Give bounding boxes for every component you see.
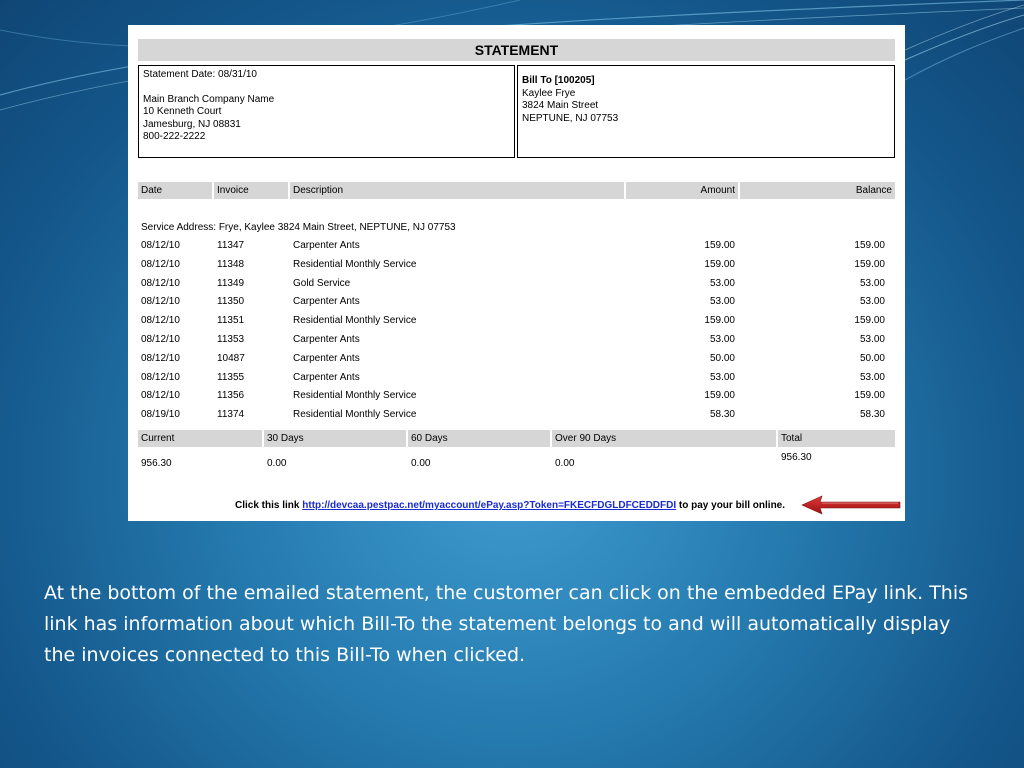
row-description: Residential Monthly Service (293, 409, 417, 421)
row-invoice: 11356 (217, 390, 245, 402)
row-invoice: 11350 (217, 296, 245, 308)
column-header-amount: Amount (626, 182, 738, 199)
row-amount: 159.00 (704, 258, 735, 270)
aging-value-30-days: 0.00 (267, 458, 287, 469)
row-amount: 53.00 (709, 277, 735, 289)
slide-caption: At the bottom of the emailed statement, … (44, 582, 969, 666)
row-balance: 159.00 (854, 390, 885, 402)
row-balance: 53.00 (859, 296, 885, 308)
company-phone: 800-222-2222 (143, 131, 206, 142)
row-amount: 50.00 (709, 352, 735, 364)
aging-value-current: 956.30 (141, 458, 172, 469)
pay-online-suffix: to pay your bill online. (676, 500, 786, 511)
table-row: 08/12/10 11351 Residential Monthly Service… (138, 312, 895, 330)
statement-date: Statement Date: 08/31/10 (143, 69, 257, 80)
row-amount: 53.00 (709, 296, 735, 308)
row-invoice: 11347 (217, 240, 245, 251)
aging-value-total: 956.30 (781, 452, 812, 463)
table-row: 08/12/10 11347 Carpenter Ants 159.00 159.00 (138, 237, 895, 255)
row-invoice: 11351 (217, 315, 245, 327)
row-amount: 53.00 (709, 334, 735, 345)
pay-online-line: Click this link http://devcaa.pestpac.ne… (235, 500, 785, 511)
row-invoice: 10487 (217, 352, 245, 364)
row-date: 08/12/10 (141, 315, 180, 327)
row-date: 08/12/10 (141, 371, 180, 383)
row-amount: 159.00 (704, 315, 735, 327)
row-description: Gold Service (293, 277, 351, 289)
row-amount: 58.30 (709, 409, 735, 421)
row-date: 08/12/10 (141, 296, 180, 308)
row-balance: 159.00 (854, 315, 885, 327)
table-row: 08/12/10 11348 Residential Monthly Service… (138, 256, 895, 274)
row-date: 08/12/10 (141, 277, 180, 289)
table-row: 08/19/10 11374 Residential Monthly Service… (138, 406, 895, 424)
row-invoice: 11353 (217, 334, 245, 345)
row-description: Carpenter Ants (293, 352, 360, 364)
aging-header-over-90-days: Over 90 Days (552, 430, 776, 447)
company-city: Jamesburg, NJ 08831 (143, 118, 241, 130)
row-balance: 50.00 (859, 352, 885, 364)
aging-header-60-days: 60 Days (408, 430, 550, 447)
bill-to-name: Kaylee Frye (522, 87, 576, 99)
table-row: 08/12/10 11356 Residential Monthly Service… (138, 387, 895, 405)
table-row: 08/12/10 11350 Carpenter Ants 53.00 53.00 (138, 293, 895, 311)
row-description: Residential Monthly Service (293, 390, 417, 402)
row-invoice: 11355 (217, 371, 245, 383)
row-description: Carpenter Ants (293, 240, 360, 251)
row-balance: 159.00 (854, 258, 885, 270)
aging-header-30-days: 30 Days (264, 430, 406, 447)
row-date: 08/19/10 (141, 409, 180, 421)
row-amount: 159.00 (704, 240, 735, 251)
table-row: 08/12/10 11353 Carpenter Ants 53.00 53.00 (138, 331, 895, 349)
row-date: 08/12/10 (141, 240, 180, 251)
row-invoice: 11374 (217, 409, 245, 421)
table-row: 08/12/10 11355 Carpenter Ants 53.00 53.00 (138, 369, 895, 387)
row-date: 08/12/10 (141, 352, 180, 364)
company-street: 10 Kenneth Court (143, 106, 222, 117)
row-date: 08/12/10 (141, 258, 180, 270)
row-description: Carpenter Ants (293, 371, 360, 383)
aging-header-total: Total (778, 430, 895, 447)
row-amount: 53.00 (709, 371, 735, 383)
company-name: Main Branch Company Name (143, 93, 275, 105)
column-header-date: Date (138, 182, 212, 199)
service-address: Service Address: Frye, Kaylee 3824 Main … (141, 222, 456, 233)
red-arrow-icon (801, 495, 901, 515)
aging-value-60-days: 0.00 (411, 458, 431, 469)
bill-to-street: 3824 Main Street (522, 100, 599, 111)
epay-link[interactable]: http://devcaa.pestpac.net/myaccount/ePay… (302, 500, 676, 511)
column-header-description: Description (290, 182, 624, 199)
row-balance: 53.00 (859, 371, 885, 383)
row-description: Carpenter Ants (293, 296, 360, 308)
aging-value-over-90-days: 0.00 (555, 458, 575, 469)
row-invoice: 11349 (217, 277, 245, 289)
statement-title: STATEMENT (138, 39, 895, 61)
aging-header-current: Current (138, 430, 262, 447)
row-balance: 53.00 (859, 277, 885, 289)
row-balance: 53.00 (859, 334, 885, 345)
bill-to-city: NEPTUNE, NJ 07753 (522, 112, 619, 124)
row-balance: 159.00 (854, 240, 885, 251)
row-invoice: 11348 (217, 258, 245, 270)
statement-document: STATEMENT Statement Date: 08/31/10 Main … (128, 25, 905, 521)
row-balance: 58.30 (859, 409, 885, 421)
table-row: 08/12/10 11349 Gold Service 53.00 53.00 (138, 275, 895, 293)
row-date: 08/12/10 (141, 390, 180, 402)
pay-online-prefix: Click this link (235, 500, 303, 511)
company-info-box: Statement Date: 08/31/10 Main Branch Com… (138, 65, 515, 158)
column-header-balance: Balance (740, 182, 895, 199)
row-description: Residential Monthly Service (293, 258, 417, 270)
table-row: 08/12/10 10487 Carpenter Ants 50.00 50.00 (138, 350, 895, 368)
column-header-invoice: Invoice (214, 182, 288, 199)
row-amount: 159.00 (704, 390, 735, 402)
bill-to-box: Bill To [100205] Kaylee Frye 3824 Main S… (517, 65, 895, 158)
row-description: Residential Monthly Service (293, 315, 417, 327)
row-date: 08/12/10 (141, 334, 180, 345)
bill-to-heading: Bill To [100205] (522, 75, 595, 86)
row-description: Carpenter Ants (293, 334, 360, 345)
